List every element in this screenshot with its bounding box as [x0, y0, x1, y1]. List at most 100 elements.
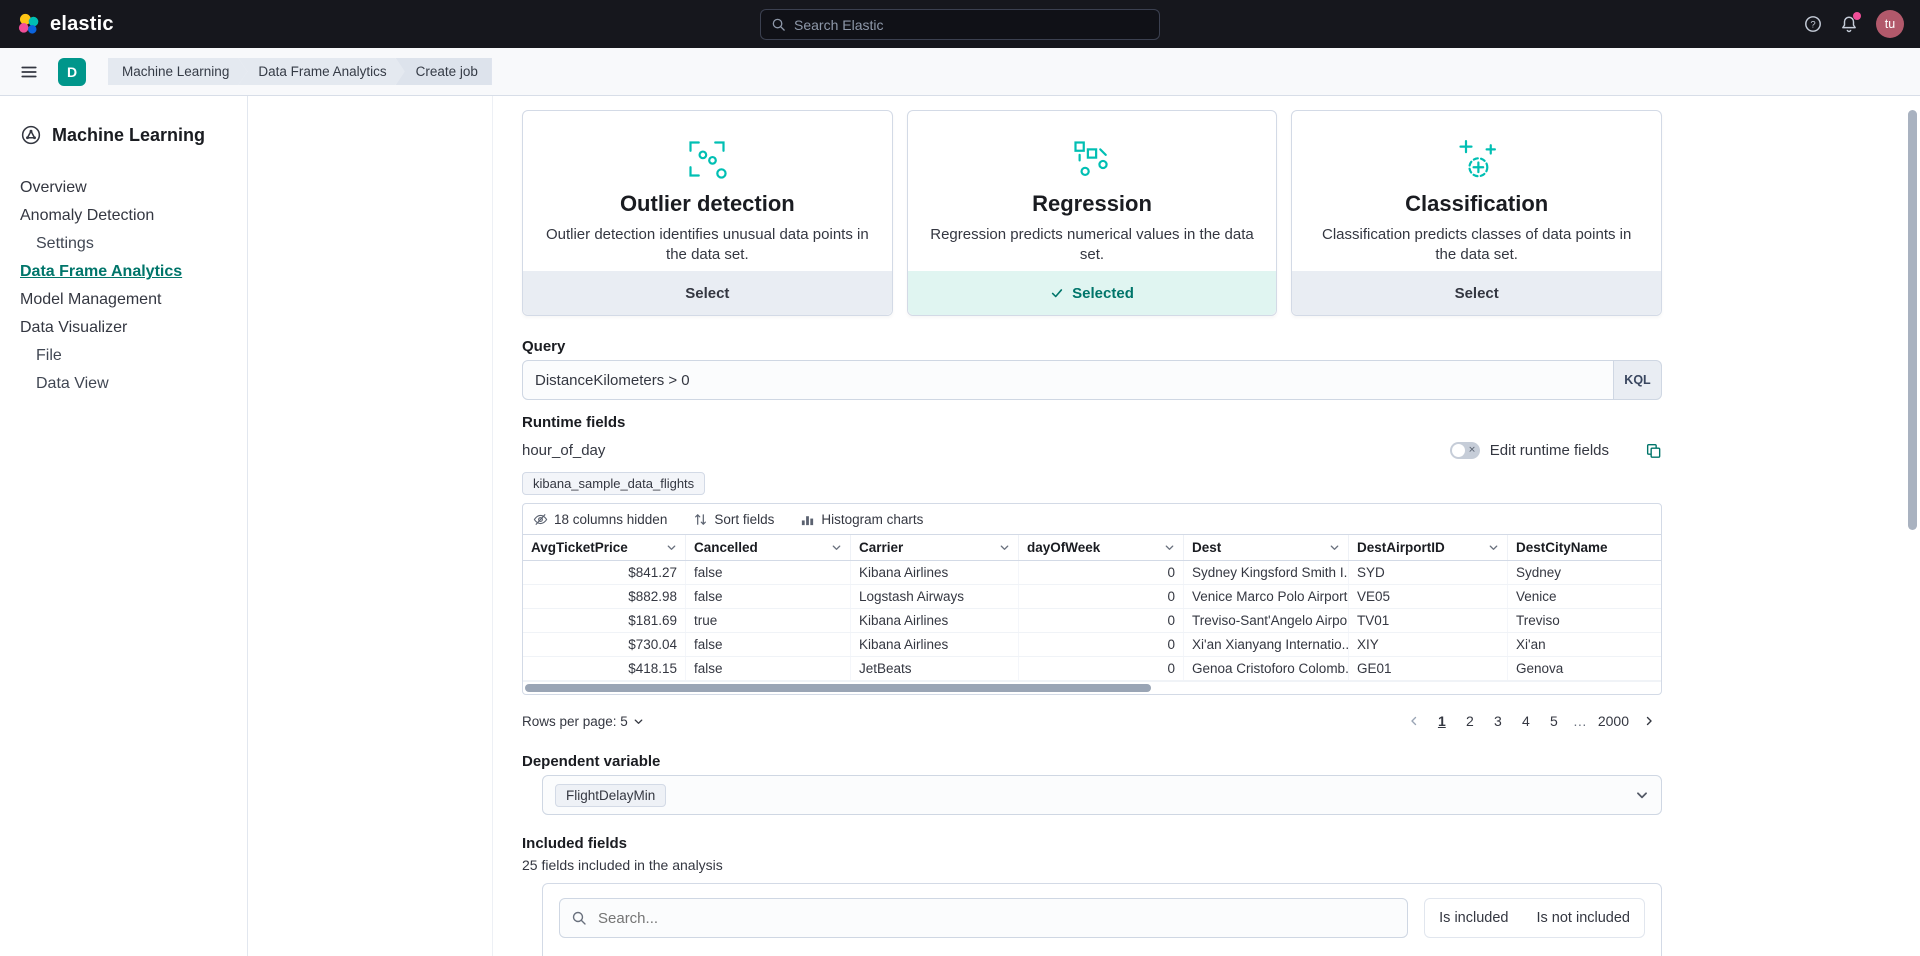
outlier-detection-card[interactable]: Outlier detection Outlier detection iden…: [522, 110, 893, 316]
chevron-down-icon: [1635, 788, 1649, 802]
column-menu-chevron-icon[interactable]: [1488, 542, 1499, 553]
column-header: Dest: [1192, 540, 1221, 555]
rows-per-page-label: Rows per page: 5: [522, 714, 628, 729]
regression-card[interactable]: Regression Regression predicts numerical…: [907, 110, 1278, 316]
sidebar-item-file[interactable]: File: [36, 342, 229, 370]
columns-hidden-button[interactable]: 18 columns hidden: [533, 512, 667, 527]
sort-fields-button[interactable]: Sort fields: [693, 512, 774, 527]
check-icon: [1050, 286, 1064, 300]
vertical-scrollbar-thumb[interactable]: [1908, 110, 1917, 530]
help-button[interactable]: ?: [1804, 15, 1822, 33]
table-row: $841.27 false Kibana Airlines 0 Sydney K…: [523, 561, 1661, 585]
cell: $730.04: [523, 633, 686, 656]
is-included-filter-button[interactable]: Is included: [1425, 899, 1522, 937]
classification-card[interactable]: Classification Classification predicts c…: [1291, 110, 1662, 316]
help-icon: ?: [1804, 15, 1822, 33]
avatar[interactable]: tu: [1876, 10, 1904, 38]
sidebar-item-anomaly-detection[interactable]: Anomaly Detection: [20, 202, 229, 230]
column-header: DestAirportID: [1357, 540, 1445, 555]
sidebar-item-data-view[interactable]: Data View: [36, 370, 229, 398]
horizontal-scrollbar[interactable]: [523, 681, 1661, 694]
page-button-3[interactable]: 3: [1485, 709, 1511, 733]
card-description: Outlier detection identifies unusual dat…: [545, 225, 869, 266]
global-search-input[interactable]: [794, 17, 1149, 33]
sidebar-title: Machine Learning: [52, 125, 205, 146]
cell: Xi'an Xianyang Internatio...: [1184, 633, 1349, 656]
column-menu-chevron-icon[interactable]: [666, 542, 677, 553]
select-classification-button[interactable]: Select: [1292, 271, 1661, 315]
sidebar-item-data-frame-analytics[interactable]: Data Frame Analytics: [20, 258, 229, 286]
sidebar-nav: Overview Anomaly Detection Settings Data…: [20, 174, 229, 398]
rows-per-page-button[interactable]: Rows per page: 5: [522, 714, 644, 729]
cell: 0: [1019, 657, 1184, 680]
elastic-logo[interactable]: elastic: [16, 12, 114, 37]
notifications-button[interactable]: [1840, 15, 1858, 33]
cell: 0: [1019, 633, 1184, 656]
edit-runtime-fields-label: Edit runtime fields: [1490, 442, 1609, 459]
edit-runtime-fields-toggle[interactable]: ✕: [1450, 442, 1480, 459]
toggle-knob-icon: [1452, 444, 1465, 457]
sidebar-item-model-management[interactable]: Model Management: [20, 286, 229, 314]
fields-search-input[interactable]: [559, 898, 1408, 938]
horizontal-scrollbar-thumb[interactable]: [525, 684, 1151, 692]
cell: $882.98: [523, 585, 686, 608]
runtime-fields-label: Runtime fields: [522, 414, 1662, 431]
card-description: Regression predicts numerical values in …: [930, 225, 1254, 266]
cell: Xi'an: [1508, 633, 1661, 656]
select-label: Select: [685, 285, 729, 302]
page-button-last[interactable]: 2000: [1593, 709, 1634, 733]
regression-selected-button[interactable]: Selected: [908, 271, 1277, 315]
cell: JetBeats: [851, 657, 1019, 680]
sort-fields-label: Sort fields: [714, 512, 774, 527]
breadcrumb-data-frame-analytics[interactable]: Data Frame Analytics: [238, 58, 404, 85]
breadcrumb-machine-learning[interactable]: Machine Learning: [108, 58, 247, 85]
global-search[interactable]: [760, 9, 1160, 40]
select-outlier-button[interactable]: Select: [523, 271, 892, 315]
is-not-included-filter-button[interactable]: Is not included: [1522, 899, 1644, 937]
page-button-5[interactable]: 5: [1541, 709, 1567, 733]
kql-language-button[interactable]: KQL: [1614, 360, 1662, 400]
column-menu-chevron-icon[interactable]: [1329, 542, 1340, 553]
source-index-badge: kibana_sample_data_flights: [522, 472, 705, 495]
included-fields-label: Included fields: [522, 835, 1662, 852]
cell: Kibana Airlines: [851, 633, 1019, 656]
page-button-4[interactable]: 4: [1513, 709, 1539, 733]
elastic-logo-icon: [16, 12, 41, 37]
previous-page-button[interactable]: [1401, 709, 1427, 733]
logo-text: elastic: [50, 13, 114, 36]
cell: Treviso-Sant'Angelo Airport: [1184, 609, 1349, 632]
column-menu-chevron-icon[interactable]: [831, 542, 842, 553]
breadcrumb: Machine Learning Data Frame Analytics Cr…: [108, 58, 492, 85]
space-badge[interactable]: D: [58, 58, 86, 86]
page-button-1[interactable]: 1: [1429, 709, 1455, 733]
cell: Genova: [1508, 657, 1661, 680]
vertical-scrollbar[interactable]: [1908, 108, 1917, 944]
dependent-variable-select[interactable]: FlightDelayMin: [542, 775, 1662, 815]
card-title: Classification: [1292, 191, 1661, 217]
cell: false: [686, 585, 851, 608]
regression-icon: [908, 137, 1277, 183]
next-page-button[interactable]: [1636, 709, 1662, 733]
cell: $181.69: [523, 609, 686, 632]
cell: TV01: [1349, 609, 1508, 632]
page-body: Machine Learning Overview Anomaly Detect…: [0, 96, 1920, 956]
sidebar-item-overview[interactable]: Overview: [20, 174, 229, 202]
column-menu-chevron-icon[interactable]: [999, 542, 1010, 553]
sidebar-item-data-visualizer[interactable]: Data Visualizer: [20, 314, 229, 342]
search-icon: [771, 17, 786, 32]
page-button-2[interactable]: 2: [1457, 709, 1483, 733]
menu-button[interactable]: [12, 55, 46, 89]
histogram-charts-button[interactable]: Histogram charts: [800, 512, 923, 527]
cell: SYD: [1349, 561, 1508, 584]
cell: 0: [1019, 561, 1184, 584]
column-menu-chevron-icon[interactable]: [1164, 542, 1175, 553]
column-header: dayOfWeek: [1027, 540, 1100, 555]
column-header: Cancelled: [694, 540, 758, 555]
table-row: $181.69 true Kibana Airlines 0 Treviso-S…: [523, 609, 1661, 633]
grid-header-row: AvgTicketPrice Cancelled Carrier dayOfWe…: [523, 534, 1661, 561]
copy-runtime-fields-button[interactable]: [1645, 442, 1662, 459]
search-icon: [571, 910, 587, 926]
query-input[interactable]: [522, 360, 1614, 400]
outlier-detection-icon: [523, 137, 892, 183]
sidebar-item-settings[interactable]: Settings: [36, 230, 229, 258]
